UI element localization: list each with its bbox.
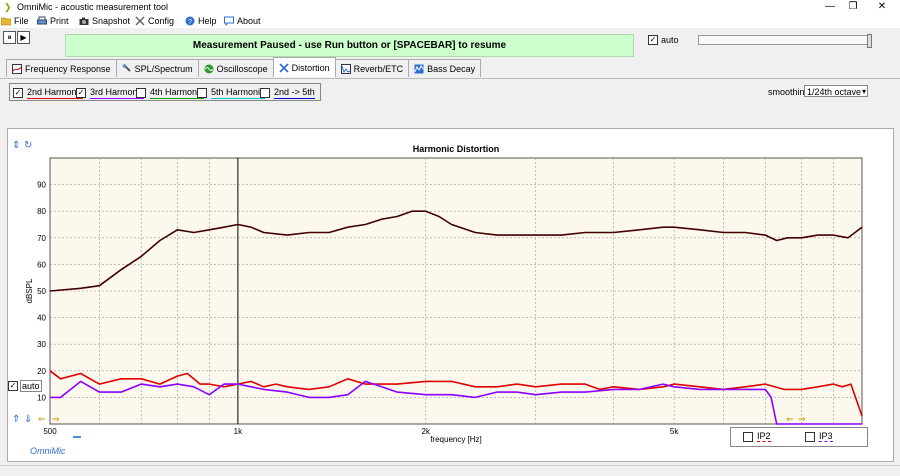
y-tick-label: 70	[37, 234, 46, 243]
brand-label: OmniMic	[30, 446, 66, 456]
status-bar	[0, 465, 900, 476]
y-tick-label: 30	[37, 340, 46, 349]
reset-zoom-icon[interactable]: ↻	[24, 140, 32, 151]
cursor-marker	[73, 436, 81, 438]
chart-title: Harmonic Distortion	[413, 144, 500, 154]
ip3-checkbox[interactable]: IP3	[805, 431, 833, 442]
ip-selector: IP2 IP3	[730, 427, 868, 447]
ip3-label: IP3	[819, 431, 833, 442]
y-tick-label: 20	[37, 367, 46, 376]
scroll-down-icon[interactable]: ⇓	[24, 414, 32, 425]
pan-left-right-icon[interactable]: ⇐	[786, 414, 794, 425]
x-tick-label: 5k	[670, 427, 679, 436]
zoom-vertical-icon[interactable]: ⇕	[12, 140, 20, 151]
y-tick-label: 80	[37, 207, 46, 216]
x-tick-label: 1k	[234, 427, 243, 436]
pan-left-icon[interactable]: ⇐	[38, 414, 46, 425]
distortion-chart: 1020304050607080905001k2k5k10kHarmonic D…	[25, 144, 869, 444]
x-tick-label: 500	[43, 427, 57, 436]
y-tick-label: 50	[37, 287, 46, 296]
auto-left-check-icon: ✓	[8, 381, 18, 391]
pan-right-right-icon[interactable]: ⇒	[798, 414, 806, 425]
y-tick-label: 10	[37, 393, 46, 402]
y-tick-label: 40	[37, 314, 46, 323]
ip2-label: IP2	[757, 431, 771, 442]
auto-left-checkbox[interactable]: ✓ auto	[8, 380, 42, 392]
pan-right-icon[interactable]: ⇒	[52, 414, 60, 425]
x-axis-label: frequency [Hz]	[430, 435, 482, 444]
ip3-check-icon	[805, 431, 815, 442]
y-tick-label: 60	[37, 260, 46, 269]
y-tick-label: 90	[37, 181, 46, 190]
ip2-check-icon	[743, 431, 753, 442]
scroll-up-icon[interactable]: ⇑	[12, 414, 20, 425]
ip2-checkbox[interactable]: IP2	[743, 431, 771, 442]
auto-left-label: auto	[20, 380, 42, 392]
y-axis-label: dBSPL	[25, 278, 34, 303]
